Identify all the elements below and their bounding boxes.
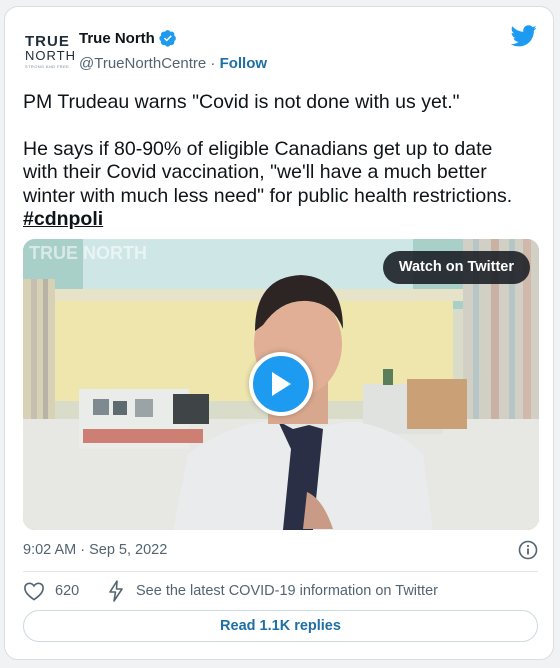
- read-replies-button[interactable]: Read 1.1K replies: [23, 610, 538, 642]
- watch-on-twitter-button[interactable]: Watch on Twitter: [382, 251, 530, 284]
- tweet-timestamp[interactable]: 9:02 AM · Sep 5, 2022: [23, 542, 167, 558]
- hashtag-link[interactable]: #cdnpoli: [23, 208, 103, 230]
- tweet-paragraph-2-line-3: winter with much less need" for public h…: [23, 184, 513, 207]
- author-name[interactable]: True North: [79, 30, 155, 47]
- avatar-logo-line2: NORTH: [25, 48, 76, 63]
- separator: ·: [210, 55, 216, 72]
- twitter-bird-icon[interactable]: [511, 25, 537, 47]
- tweet-actions: 620 See the latest COVID-19 information …: [23, 579, 538, 605]
- author-handle[interactable]: @TrueNorthCentre: [79, 55, 206, 72]
- like-count[interactable]: 620: [55, 583, 79, 599]
- follow-button[interactable]: Follow: [220, 55, 268, 72]
- tweet-meta-row: 9:02 AM · Sep 5, 2022: [23, 539, 538, 563]
- handle-row: @TrueNorthCentre · Follow: [79, 55, 267, 72]
- tweet-paragraph-1: PM Trudeau warns "Covid is not done with…: [23, 91, 460, 113]
- lightning-bolt-icon: [109, 580, 123, 602]
- tweet-text: PM Trudeau warns "Covid is not done with…: [23, 91, 538, 232]
- tweet-paragraph-2-line-2: with their Covid vaccination, "we'll hav…: [23, 161, 487, 183]
- author-name-row[interactable]: True North: [79, 29, 177, 47]
- play-icon: [272, 372, 291, 396]
- info-icon[interactable]: [518, 540, 538, 560]
- video-watermark: TRUE NORTH: [29, 243, 147, 263]
- avatar[interactable]: TRUE NORTH STRONG AND FREE: [25, 33, 75, 71]
- avatar-logo-line3: STRONG AND FREE: [25, 64, 70, 69]
- divider: [23, 571, 538, 572]
- verified-badge-icon: [159, 30, 176, 47]
- covid-info-link[interactable]: See the latest COVID-19 information on T…: [136, 583, 438, 599]
- tweet-paragraph-2-line-1: He says if 80-90% of eligible Canadians …: [23, 137, 493, 160]
- play-button[interactable]: [249, 352, 313, 416]
- tweet-card: TRUE NORTH STRONG AND FREE True North @T…: [4, 6, 554, 660]
- heart-icon[interactable]: [23, 581, 45, 601]
- video-thumbnail[interactable]: TRUE NORTH Watch on Twitter: [23, 239, 539, 530]
